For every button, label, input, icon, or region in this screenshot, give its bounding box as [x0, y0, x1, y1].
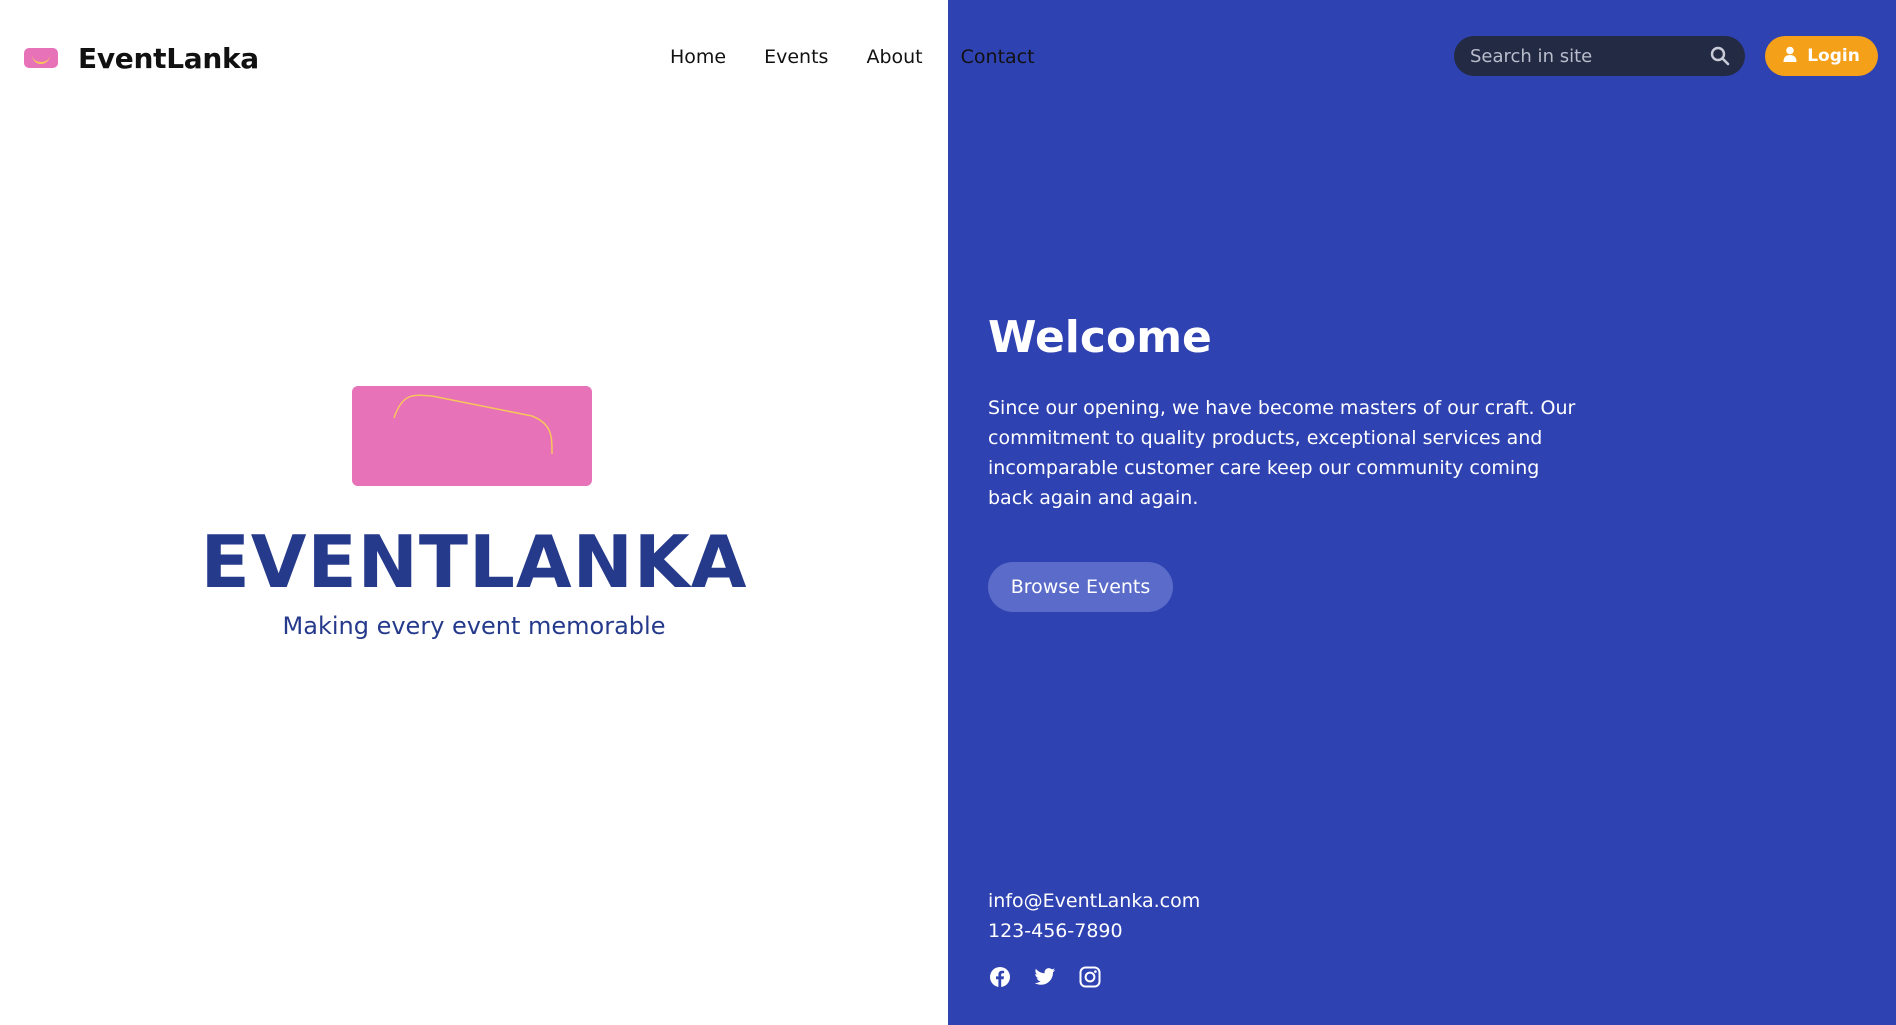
nav-home[interactable]: Home [670, 42, 726, 72]
main-nav: Home Events About Contact [670, 42, 1035, 72]
ticket-logo-icon [24, 48, 58, 68]
user-icon [1783, 46, 1797, 67]
hero-title: EVENTLANKA [200, 520, 748, 604]
hero-ticket-card [352, 386, 592, 486]
brand-name: EventLanka [78, 41, 259, 75]
facebook-icon[interactable] [988, 965, 1012, 989]
contact-phone[interactable]: 123-456-7890 [988, 918, 1123, 944]
social-links [988, 965, 1102, 989]
hero-panel [0, 0, 948, 1025]
nav-contact[interactable]: Contact [961, 42, 1035, 72]
welcome-title: Welcome [988, 312, 1212, 363]
nav-events[interactable]: Events [764, 42, 828, 72]
search-input[interactable] [1470, 45, 1709, 67]
twitter-icon[interactable] [1033, 965, 1057, 989]
brand[interactable]: EventLanka [24, 36, 259, 80]
hero-tagline: Making every event memorable [282, 612, 666, 640]
contact-email[interactable]: info@EventLanka.com [988, 888, 1200, 914]
nav-about[interactable]: About [866, 42, 922, 72]
login-button[interactable]: Login [1765, 36, 1878, 76]
search-bar [1454, 36, 1745, 76]
instagram-icon[interactable] [1078, 965, 1102, 989]
browse-events-button[interactable]: Browse Events [988, 562, 1173, 612]
welcome-body: Since our opening, we have become master… [988, 397, 1576, 509]
login-label: Login [1807, 46, 1860, 66]
search-icon[interactable] [1709, 45, 1731, 67]
